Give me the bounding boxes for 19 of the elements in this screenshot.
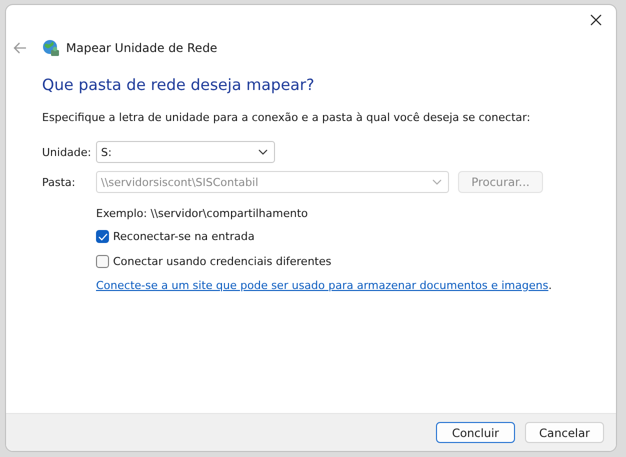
globe-drive-icon [42, 39, 60, 57]
chevron-down-icon [432, 179, 442, 185]
instructions-text: Especifique a letra de unidade para a conexão e a pasta à qual você deseja se conectar: [42, 111, 532, 124]
dialog-button[interactable]: Concluir [436, 422, 515, 443]
dialog-heading: Que pasta de rede deseja mapear? [42, 76, 316, 94]
combo-field[interactable]: S: [96, 141, 275, 163]
link[interactable]: Conecte-se a um site que pode ser usado para armazenar documentos e imagens [96, 279, 548, 292]
checkbox-label: Conectar usando credenciais diferentes [113, 255, 332, 268]
checkbox-label: Reconectar-se na entrada [113, 230, 255, 243]
dialog-button[interactable]: Cancelar [525, 422, 604, 443]
window-title: Mapear Unidade de Rede [66, 41, 218, 55]
checkbox[interactable] [96, 255, 109, 268]
checkbox[interactable] [96, 230, 109, 243]
field-label: Unidade: [42, 146, 92, 158]
close-icon [590, 14, 602, 26]
link-sentence: Conecte-se a um site que pode ser usado para armazenar documentos e imagens. [96, 279, 553, 292]
field-label: Pasta: [42, 176, 76, 188]
example-text: Exemplo: \\servidor\compartilhamento [96, 207, 309, 220]
chevron-down-icon [258, 149, 268, 155]
